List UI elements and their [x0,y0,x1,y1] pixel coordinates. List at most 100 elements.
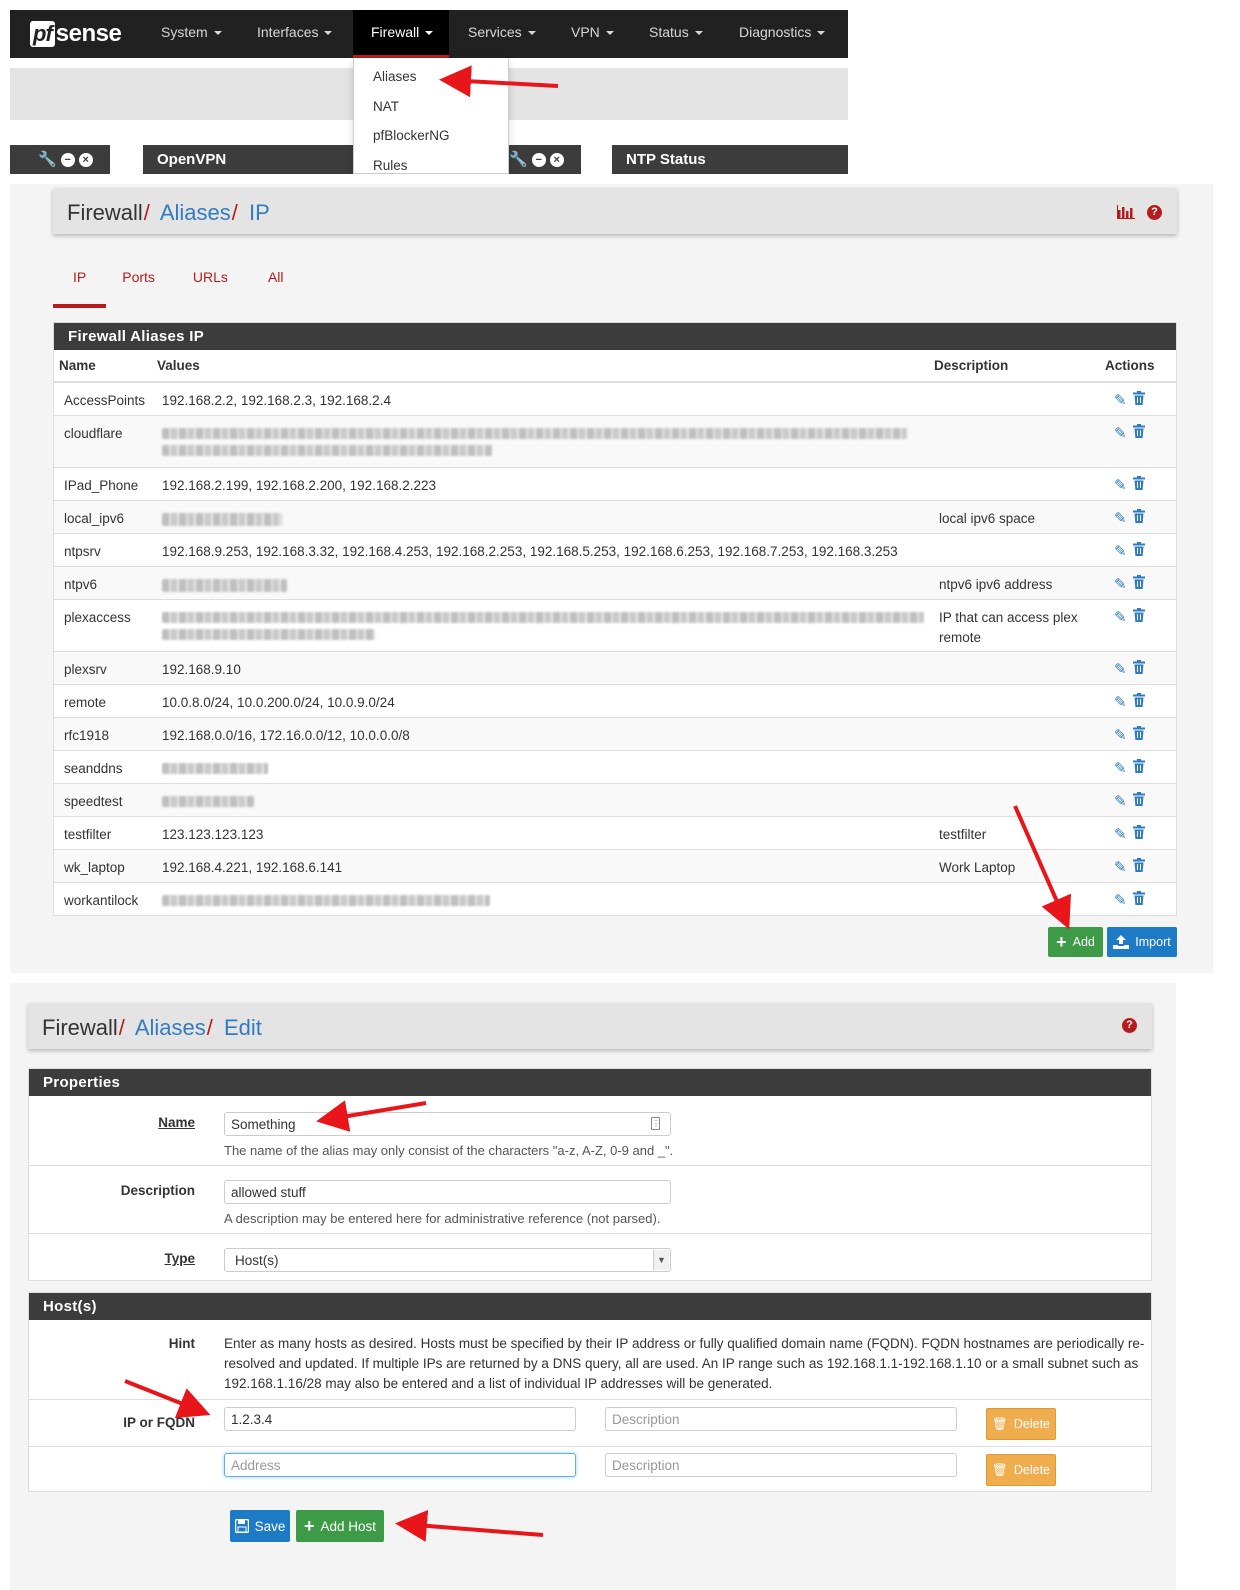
alias-actions-cell: ✎ [1100,749,1176,783]
minimize-icon[interactable]: − [60,152,75,167]
pencil-icon[interactable]: ✎ [1114,608,1127,628]
pencil-icon[interactable]: ✎ [1114,858,1127,878]
host-description-input-2[interactable]: Description [605,1453,957,1477]
trash-icon[interactable] [1132,725,1145,740]
nav-services[interactable]: Services [450,10,554,58]
breadcrumb-aliases-link[interactable]: Aliases [160,200,231,225]
tab-ip[interactable]: IP [53,258,107,308]
help-icon[interactable]: ? [1147,205,1162,220]
trash-icon[interactable] [1132,758,1145,773]
menu-item-aliases[interactable]: Aliases [354,62,508,92]
pencil-icon[interactable]: ✎ [1114,542,1127,562]
delete-host-button-1[interactable]: 🗑 Delete [986,1408,1056,1440]
redacted-values [162,894,490,906]
caret-down-icon [605,31,614,35]
form-row-host-1 [29,1399,1151,1400]
tab-urls[interactable]: URLs [175,258,248,302]
form-row-type [29,1233,1151,1234]
delete-host-button-2[interactable]: 🗑 Delete [986,1454,1056,1486]
trash-icon[interactable] [1132,791,1145,806]
wrench-icon[interactable]: 🔧 [509,145,528,174]
pencil-icon[interactable]: ✎ [1114,825,1127,845]
alias-name-cell: seanddns [54,749,152,783]
pfsense-logo[interactable]: pf sense [30,18,122,50]
alias-name-cell: IPad_Phone [54,466,152,500]
alias-actions-cell: ✎ [1100,414,1176,467]
alias-actions-cell: ✎ [1100,499,1176,533]
trash-icon[interactable] [1132,607,1145,622]
host-address-input-1[interactable]: 1.2.3.4 [224,1407,576,1431]
trash-icon[interactable] [1132,508,1145,523]
host-description-input-1[interactable]: Description [605,1407,957,1431]
trash-icon[interactable] [1132,391,1145,405]
trash-icon[interactable] [1132,692,1145,707]
pencil-icon[interactable]: ✎ [1114,575,1127,595]
alias-actions-cell: ✎ [1100,848,1176,882]
nav-vpn[interactable]: VPN [553,10,632,58]
pencil-icon[interactable]: ✎ [1114,792,1127,812]
pencil-icon[interactable]: ✎ [1114,759,1127,779]
breadcrumb-current[interactable]: IP [249,200,270,225]
alias-values-cell [152,782,929,816]
alias-actions-cell: ✎ [1100,881,1176,915]
input-autofill-icon[interactable]: ⋮ [651,1117,660,1130]
trash-icon[interactable] [1132,857,1145,872]
breadcrumb-aliases-link[interactable]: Aliases [135,1015,206,1040]
alias-description-cell [929,683,1100,717]
nav-system[interactable]: System [143,10,240,58]
host-address-input-2[interactable]: Address [224,1453,576,1477]
pencil-icon[interactable]: ✎ [1114,509,1127,529]
pencil-icon[interactable]: ✎ [1114,693,1127,713]
name-input[interactable]: Something ⋮ [224,1112,671,1136]
trash-icon[interactable] [1132,574,1145,589]
description-input[interactable]: allowed stuff [224,1180,671,1204]
pencil-icon[interactable]: ✎ [1114,391,1127,411]
help-icon[interactable]: ? [1122,1018,1137,1033]
add-host-button[interactable]: + Add Host [296,1510,384,1542]
nav-interfaces[interactable]: Interfaces [239,10,350,58]
add-alias-button[interactable]: + Add [1048,927,1103,957]
nav-status[interactable]: Status [631,10,721,58]
alias-values-cell [152,565,929,599]
edit-breadcrumb: Firewall/ Aliases/ Edit [42,1015,262,1040]
bar-chart-icon[interactable] [1117,205,1135,219]
hint-label: Hint [168,1336,195,1351]
minimize-icon[interactable]: − [531,152,546,167]
type-select[interactable]: Host(s) ▼ [224,1248,671,1272]
hosts-title: Host(s) [29,1293,1151,1320]
alias-actions-cell: ✎ [1100,565,1176,599]
nav-firewall[interactable]: Firewall [353,10,449,58]
trash-icon[interactable] [1132,541,1145,556]
chevron-down-icon[interactable]: ▼ [653,1250,669,1270]
trash-icon[interactable] [1132,423,1145,438]
alias-description-cell [929,881,1100,915]
alias-type-tabs: IP Ports URLs All [53,258,304,308]
nav-diagnostics[interactable]: Diagnostics [721,10,843,58]
menu-item-nat[interactable]: NAT [354,92,508,122]
close-icon[interactable]: × [549,152,564,167]
trash-icon[interactable] [1132,475,1145,490]
menu-item-rules[interactable]: Rules [354,151,508,175]
import-alias-button[interactable]: Import [1107,927,1177,957]
menu-item-pfblockerng[interactable]: pfBlockerNG [354,121,508,151]
caret-down-icon [324,31,333,35]
tab-ports[interactable]: Ports [106,258,175,302]
alias-description-cell: ntpv6 ipv6 address [929,565,1100,599]
tab-all[interactable]: All [248,258,304,302]
pencil-icon[interactable]: ✎ [1114,891,1127,911]
close-icon[interactable]: × [78,152,93,167]
pencil-icon[interactable]: ✎ [1114,476,1127,496]
pencil-icon[interactable]: ✎ [1114,660,1127,680]
trash-icon[interactable] [1132,824,1145,839]
edit-breadcrumb-bar: Firewall/ Aliases/ Edit ? [28,1003,1152,1049]
table-row: speedtest ✎ [54,782,1176,816]
save-button[interactable]: Save [230,1510,290,1542]
alias-values-cell: 10.0.8.0/24, 10.0.200.0/24, 10.0.9.0/24 [152,683,929,717]
trash-icon[interactable] [1132,659,1145,674]
breadcrumb-current[interactable]: Edit [224,1015,262,1040]
firewall-dropdown-menu: Aliases NAT pfBlockerNG Rules [353,58,509,174]
wrench-icon[interactable]: 🔧 [38,145,57,174]
pencil-icon[interactable]: ✎ [1114,424,1127,444]
trash-icon[interactable] [1132,890,1145,905]
pencil-icon[interactable]: ✎ [1114,726,1127,746]
